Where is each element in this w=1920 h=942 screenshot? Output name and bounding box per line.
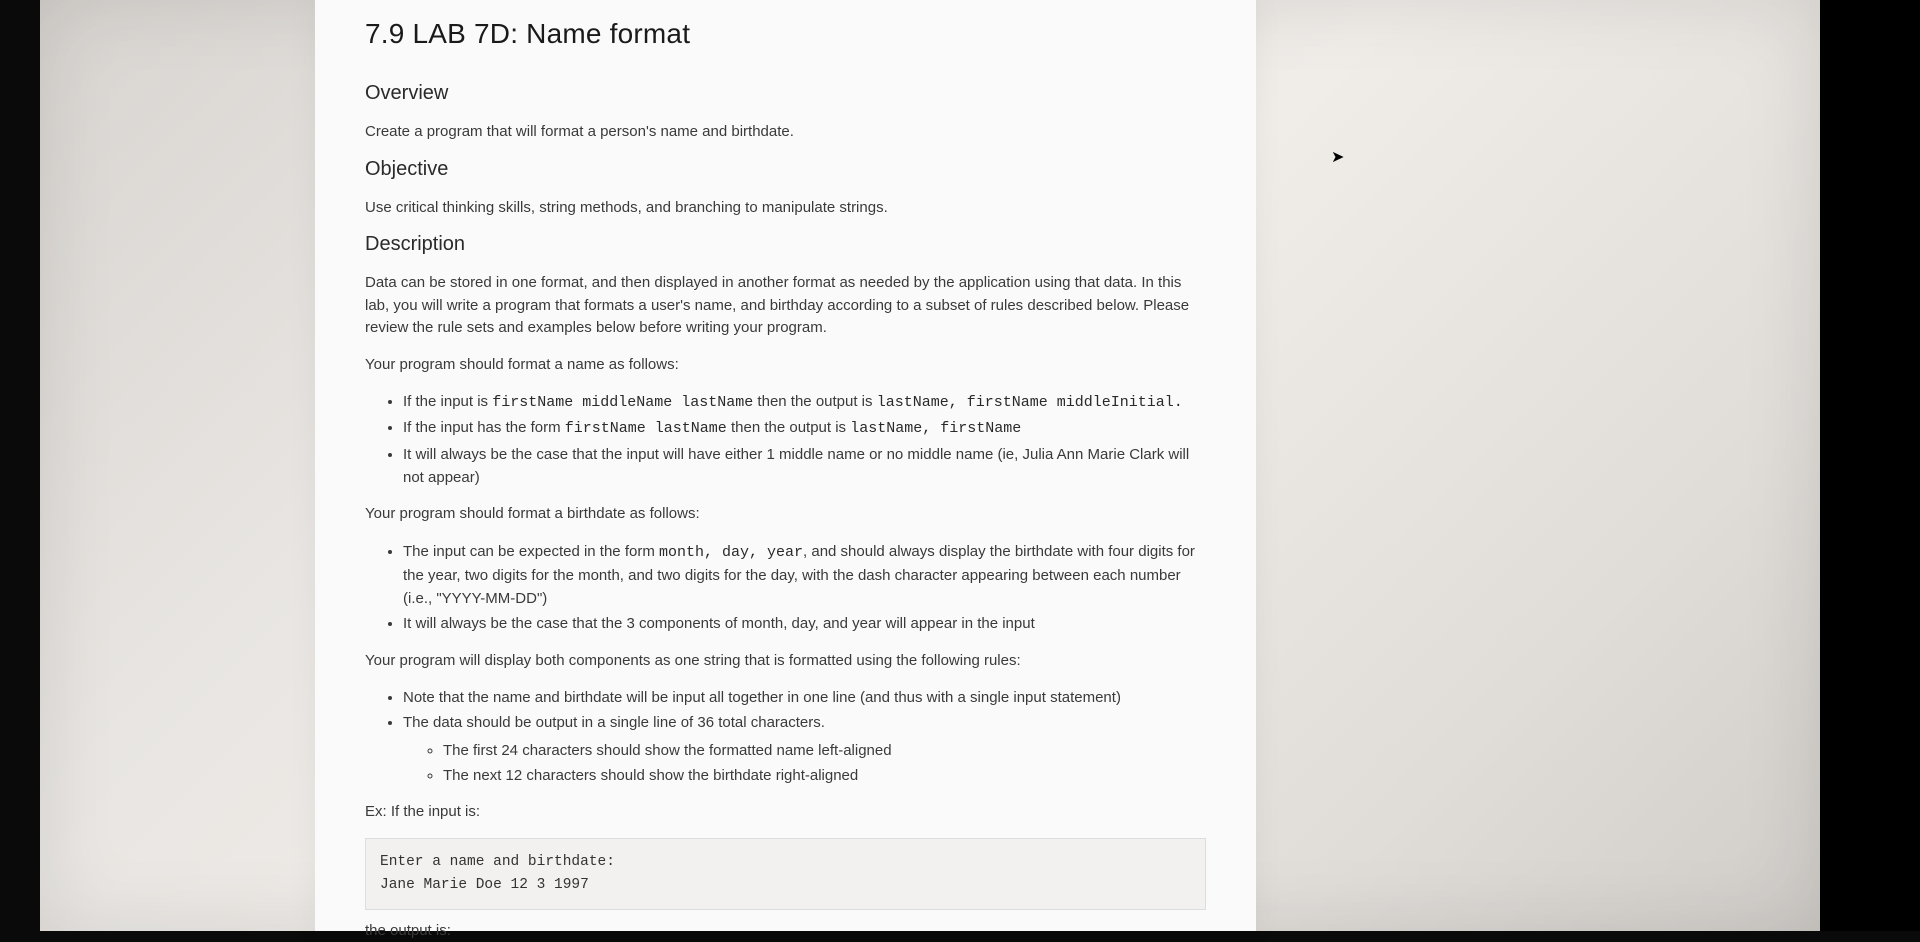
description-intro: Data can be stored in one format, and th… — [365, 272, 1206, 340]
description-heading: Description — [365, 233, 1206, 256]
code-text: firstName middleName lastName — [492, 394, 753, 411]
code-text: lastName, firstName — [850, 420, 1021, 437]
mouse-cursor-icon: ➤ — [1331, 147, 1344, 167]
list-item: It will always be the case that the inpu… — [403, 443, 1206, 490]
text: If the input is — [403, 393, 492, 410]
photo-background: 7.9 LAB 7D: Name format Overview Create … — [40, 0, 1820, 931]
code-text: lastName, firstName middleInitial. — [877, 394, 1183, 411]
text: It will always be the case that the 3 co… — [403, 615, 1035, 632]
text: Note that the name and birthdate will be… — [403, 689, 1121, 706]
text: then the output is — [753, 393, 876, 410]
page-title: 7.9 LAB 7D: Name format — [365, 18, 1206, 50]
document-content: 7.9 LAB 7D: Name format Overview Create … — [315, 0, 1256, 931]
text: The input can be expected in the form — [403, 543, 659, 560]
text: If the input has the form — [403, 419, 565, 436]
date-rules-intro: Your program should format a birthdate a… — [365, 503, 1206, 526]
list-item: If the input has the form firstName last… — [403, 416, 1206, 440]
list-item: The data should be output in a single li… — [403, 711, 1206, 787]
sub-list: The first 24 characters should show the … — [403, 739, 1206, 788]
list-item: The next 12 characters should show the b… — [443, 764, 1206, 787]
date-rules-list: The input can be expected in the form mo… — [365, 540, 1206, 636]
list-item: The input can be expected in the form mo… — [403, 540, 1206, 611]
example-intro: Ex: If the input is: — [365, 801, 1206, 824]
list-item: It will always be the case that the 3 co… — [403, 612, 1206, 635]
code-text: firstName lastName — [565, 420, 727, 437]
right-dark-region — [1820, 0, 1920, 931]
text: The data should be output in a single li… — [403, 714, 825, 731]
list-item: Note that the name and birthdate will be… — [403, 686, 1206, 709]
combined-rules-intro: Your program will display both component… — [365, 650, 1206, 673]
text: It will always be the case that the inpu… — [403, 446, 1189, 486]
example-code-block: Enter a name and birthdate: Jane Marie D… — [365, 838, 1206, 910]
list-item: If the input is firstName middleName las… — [403, 390, 1206, 414]
name-rules-intro: Your program should format a name as fol… — [365, 354, 1206, 377]
objective-heading: Objective — [365, 158, 1206, 181]
code-text: month, day, year — [659, 544, 803, 561]
list-item: The first 24 characters should show the … — [443, 739, 1206, 762]
overview-text: Create a program that will format a pers… — [365, 121, 1206, 144]
overview-heading: Overview — [365, 82, 1206, 105]
objective-text: Use critical thinking skills, string met… — [365, 197, 1206, 220]
name-rules-list: If the input is firstName middleName las… — [365, 390, 1206, 489]
text: then the output is — [727, 419, 850, 436]
combined-rules-list: Note that the name and birthdate will be… — [365, 686, 1206, 787]
